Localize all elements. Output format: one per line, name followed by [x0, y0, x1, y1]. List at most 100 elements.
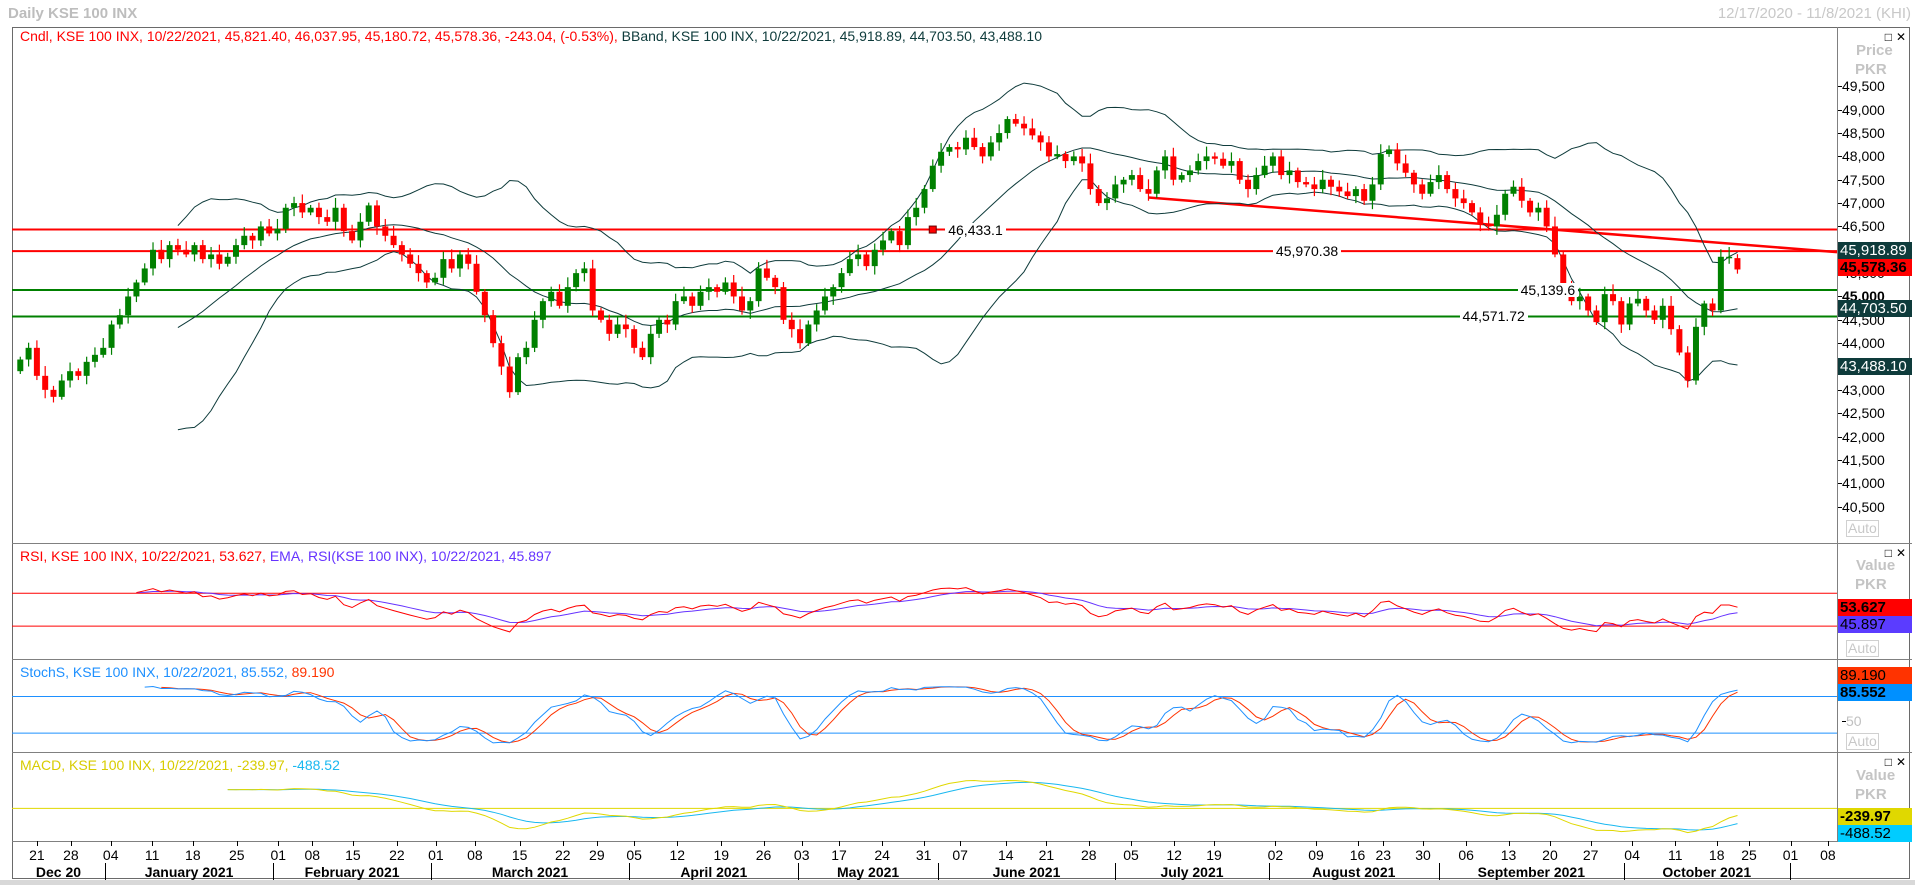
candle-body	[647, 333, 654, 358]
candle-body	[1236, 161, 1243, 180]
candle	[846, 251, 853, 276]
candle-body	[689, 296, 696, 306]
auto-scale-button[interactable]: Auto	[1846, 640, 1879, 657]
candle-body	[17, 359, 24, 372]
price-axis[interactable]: □ ✕ Price PKR 49,500 49,000 48,500 48,000 47,…	[1838, 28, 1912, 543]
candle-body	[971, 137, 978, 148]
candle-body	[340, 207, 347, 232]
candle-body	[241, 235, 248, 246]
x-tick-label: 13	[1500, 847, 1517, 863]
x-tick-mark	[1675, 841, 1677, 846]
stoch-axis[interactable]: 89.190 85.552 50 Auto	[1838, 660, 1912, 752]
x-tick-label: 11	[1667, 847, 1683, 863]
x-tick-label: 12	[669, 847, 686, 863]
x-tick-mark	[596, 841, 598, 846]
candle-body	[490, 315, 497, 344]
candle-body	[1012, 119, 1019, 124]
candle	[813, 304, 820, 332]
candle	[1676, 325, 1683, 356]
line-anchor-handle	[928, 225, 937, 234]
candle-body	[357, 221, 364, 241]
stoch-tick-50: 50	[1842, 713, 1862, 729]
candle	[108, 320, 115, 355]
date-axis[interactable]: 21 28 04 11 18 25 01 08 15 22 01 08 15 22 29 05 12 19 26 03…	[12, 841, 1837, 880]
support-line-label: 45,139.6	[1517, 282, 1579, 297]
x-tick-label: 01	[1782, 847, 1799, 863]
candle	[1186, 165, 1193, 183]
candle	[1593, 305, 1600, 325]
candle-body	[904, 217, 911, 246]
close-icon[interactable]: ✕	[1896, 30, 1906, 44]
axis-title: Value	[1856, 557, 1896, 574]
candle	[1294, 167, 1301, 188]
rsi-panel[interactable]: RSI, KSE 100 INX, 10/22/2021, 53.627, EM…	[12, 544, 1837, 659]
candle	[1021, 116, 1028, 136]
x-tick-mark	[1357, 841, 1359, 846]
candle	[398, 241, 405, 262]
x-tick-label: 24	[874, 847, 890, 863]
macd-axis[interactable]: □ ✕ Value PKR -239.97 -488.52	[1838, 753, 1912, 842]
candle	[1120, 176, 1127, 193]
x-tick-label: 18	[185, 847, 201, 863]
candle	[1709, 298, 1716, 317]
x-tick-label: 05	[1123, 847, 1139, 863]
candle-body	[133, 282, 140, 297]
candle-body	[564, 287, 571, 306]
candle-body	[938, 151, 945, 166]
rsi-line	[136, 587, 1738, 633]
stoch-panel[interactable]: StochS, KSE 100 INX, 10/22/2021, 85.552,…	[12, 660, 1837, 752]
x-tick-mark	[1466, 841, 1468, 846]
candle	[1701, 300, 1708, 336]
candle	[1527, 197, 1534, 217]
close-icon[interactable]: ✕	[1896, 755, 1906, 769]
candle-body	[830, 287, 837, 297]
candle-body	[805, 324, 812, 344]
candle	[91, 347, 98, 368]
candle	[589, 259, 596, 317]
candle-body	[1220, 158, 1227, 166]
rsi-legend: RSI, KSE 100 INX, 10/22/2021, 53.627, EM…	[20, 548, 552, 564]
x-tick-label: 16	[1349, 847, 1366, 863]
price-panel[interactable]: Cndl, KSE 100 INX, 10/22/2021, 45,821.40…	[12, 28, 1837, 543]
candle-body	[108, 324, 115, 348]
candle-body	[1435, 175, 1442, 183]
candle	[1203, 146, 1210, 170]
candle-body	[1618, 301, 1625, 325]
candle-body	[249, 235, 256, 241]
candle	[821, 287, 828, 315]
candle-body	[382, 226, 389, 236]
candle	[1444, 171, 1451, 194]
month-separator	[798, 863, 800, 880]
x-tick-mark	[1508, 841, 1510, 846]
rsi-axis[interactable]: □ ✕ Value PKR 53.627 45.897 Auto	[1838, 544, 1912, 659]
candle-body	[573, 273, 580, 288]
candle	[224, 252, 231, 267]
candle-body	[1493, 214, 1500, 227]
candle	[25, 342, 32, 367]
x-tick-mark	[1005, 841, 1007, 846]
candle	[1692, 318, 1699, 385]
price-tick-label: 47,500	[1838, 171, 1885, 188]
candle-body	[440, 259, 447, 278]
close-icon[interactable]: ✕	[1896, 546, 1906, 560]
candle	[1510, 180, 1517, 197]
candle	[1427, 174, 1434, 197]
x-tick-label: 04	[102, 847, 119, 863]
x-tick-mark	[1749, 841, 1751, 846]
auto-scale-button[interactable]: Auto	[1846, 520, 1879, 537]
candle	[17, 356, 24, 374]
x-tick-label: 04	[1624, 847, 1640, 863]
x-tick-mark	[396, 841, 398, 846]
candle-body	[506, 366, 513, 393]
candle-body	[216, 254, 223, 264]
support-line-label: 44,571.72	[1459, 309, 1528, 324]
candle	[863, 250, 870, 271]
x-tick-mark	[152, 841, 154, 846]
auto-scale-button[interactable]: Auto	[1846, 733, 1879, 750]
macd-panel[interactable]: MACD, KSE 100 INX, 10/22/2021, -239.97, …	[12, 753, 1837, 841]
candle-body	[1510, 186, 1517, 194]
candle	[647, 325, 654, 365]
candle-body	[531, 319, 538, 348]
candle	[324, 209, 331, 226]
candle	[597, 307, 604, 323]
